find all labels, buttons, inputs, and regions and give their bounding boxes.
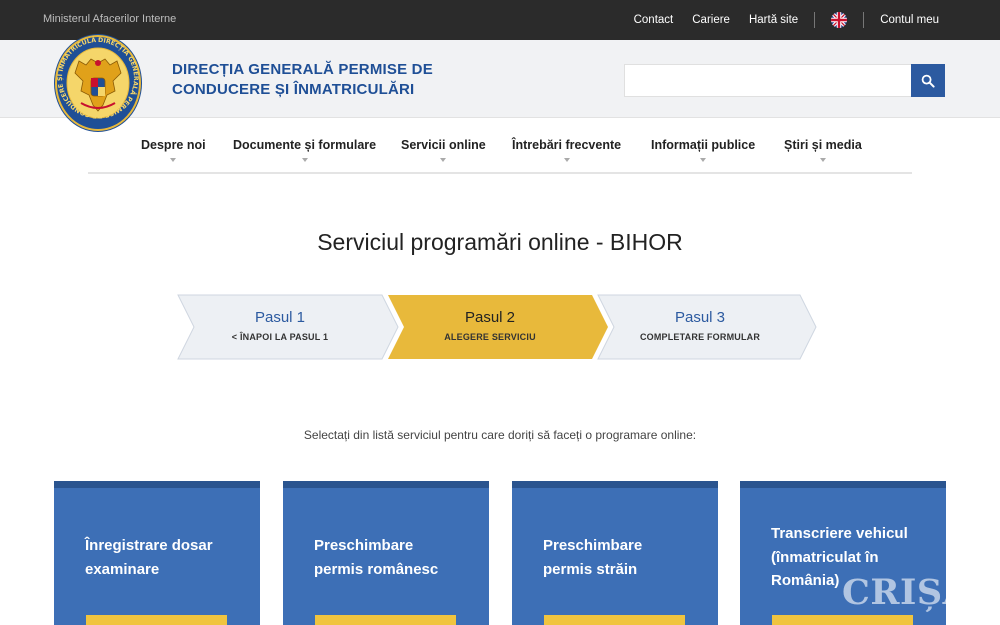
nav-label: Informații publice (651, 138, 756, 152)
nav-informatii[interactable]: Informații publice (651, 138, 756, 162)
agency-name-line2: CONDUCERE ȘI ÎNMATRICULĂRI (172, 81, 415, 98)
step-1[interactable]: Pasul 1 < ÎNAPOI LA PASUL 1 (180, 309, 380, 342)
service-card-inregistrare-dosar[interactable]: Înregistrare dosar examinare (54, 481, 260, 625)
caret-down-icon (170, 158, 177, 162)
nav-label: Servicii online (401, 138, 486, 152)
card-select-button[interactable] (544, 615, 685, 625)
nav-label: Documente și formulare (233, 138, 377, 152)
card-title-line: examinare (85, 560, 160, 578)
step-3-shape (597, 294, 817, 360)
dgpci-logo-icon[interactable]: DIRECȚIA GENERALĂ PERMISE DE CONDUCERE Ș… (51, 28, 143, 133)
uk-flag-icon[interactable] (831, 12, 848, 28)
nav-intrebari[interactable]: Întrebări frecvente (512, 138, 622, 162)
page-title: Serviciul programări online - BIHOR (317, 229, 683, 255)
service-card-permis-romanesc[interactable]: Preschimbare permis românesc (283, 481, 489, 625)
account-link[interactable]: Contul meu (880, 14, 939, 26)
caret-down-icon (301, 158, 308, 162)
card-title: Preschimbare permis românesc (314, 534, 438, 581)
nav-servicii-online[interactable]: Servicii online (401, 138, 486, 162)
caret-down-icon (700, 158, 707, 162)
ministry-link[interactable]: Ministerul Afacerilor Interne (43, 13, 176, 25)
card-title: Preschimbare permis străin (543, 534, 642, 581)
step-1-back-link[interactable]: < ÎNAPOI LA PASUL 1 (180, 332, 380, 342)
card-select-button[interactable] (772, 615, 913, 625)
search-icon (921, 74, 935, 88)
card-select-button[interactable] (86, 615, 227, 625)
nav-label: Despre noi (141, 138, 206, 152)
agency-name-line1: DIRECȚIA GENERALĂ PERMISE DE (172, 61, 433, 78)
nav-documente[interactable]: Documente și formulare (233, 138, 377, 162)
step-2: Pasul 2 ALEGERE SERVICIU (390, 309, 590, 342)
agency-name[interactable]: DIRECȚIA GENERALĂ PERMISE DE CONDUCERE Ș… (172, 60, 433, 100)
card-title-line: Preschimbare (543, 537, 643, 554)
top-links: Contact Cariere Hartă site Contul meu (634, 12, 939, 28)
watermark-logo: CRIȘANA (842, 572, 1000, 613)
step-3: Pasul 3 COMPLETARE FORMULAR (600, 309, 800, 342)
nav-stiri[interactable]: Știri și media (784, 138, 862, 162)
caret-down-icon (819, 158, 826, 162)
nav-despre-noi[interactable]: Despre noi (141, 138, 206, 162)
card-title: Înregistrare dosar examinare (85, 534, 213, 581)
card-title-line: Transcriere vehicul (771, 525, 908, 542)
step-2-shape (388, 295, 608, 359)
card-title-line: permis străin (543, 560, 638, 578)
search-button[interactable] (911, 64, 945, 97)
card-select-button[interactable] (315, 615, 456, 625)
search-input[interactable] (624, 64, 911, 97)
step-2-title: Pasul 2 (464, 309, 516, 326)
cariere-link[interactable]: Cariere (692, 14, 730, 26)
nav-label: Întrebări frecvente (512, 138, 622, 152)
card-title-line: Preschimbare (314, 537, 414, 554)
top-bar: Ministerul Afacerilor Interne Contact Ca… (0, 0, 1000, 40)
card-title-line: Înregistrare dosar (85, 537, 213, 554)
main-nav: Despre noi Documente și formulare Servic… (88, 118, 912, 174)
divider (814, 12, 816, 28)
harta-site-link[interactable]: Hartă site (749, 14, 798, 26)
step-3-subtitle: COMPLETARE FORMULAR (639, 332, 761, 342)
service-card-permis-strain[interactable]: Preschimbare permis străin (512, 481, 718, 625)
contact-link[interactable]: Contact (634, 14, 674, 26)
step-3-title: Pasul 3 (674, 309, 726, 326)
caret-down-icon (440, 158, 447, 162)
nav-label: Știri și media (784, 138, 862, 152)
step-1-title: Pasul 1 (254, 309, 306, 326)
step-1-shape (177, 294, 399, 360)
card-title-line: (înmatriculat în (771, 548, 879, 566)
divider (863, 12, 865, 28)
caret-down-icon (563, 158, 570, 162)
card-title-line: permis românesc (314, 560, 439, 578)
step-2-subtitle: ALEGERE SERVICIU (444, 332, 536, 342)
instruction-text: Selectați din listă serviciul pentru car… (303, 428, 697, 442)
